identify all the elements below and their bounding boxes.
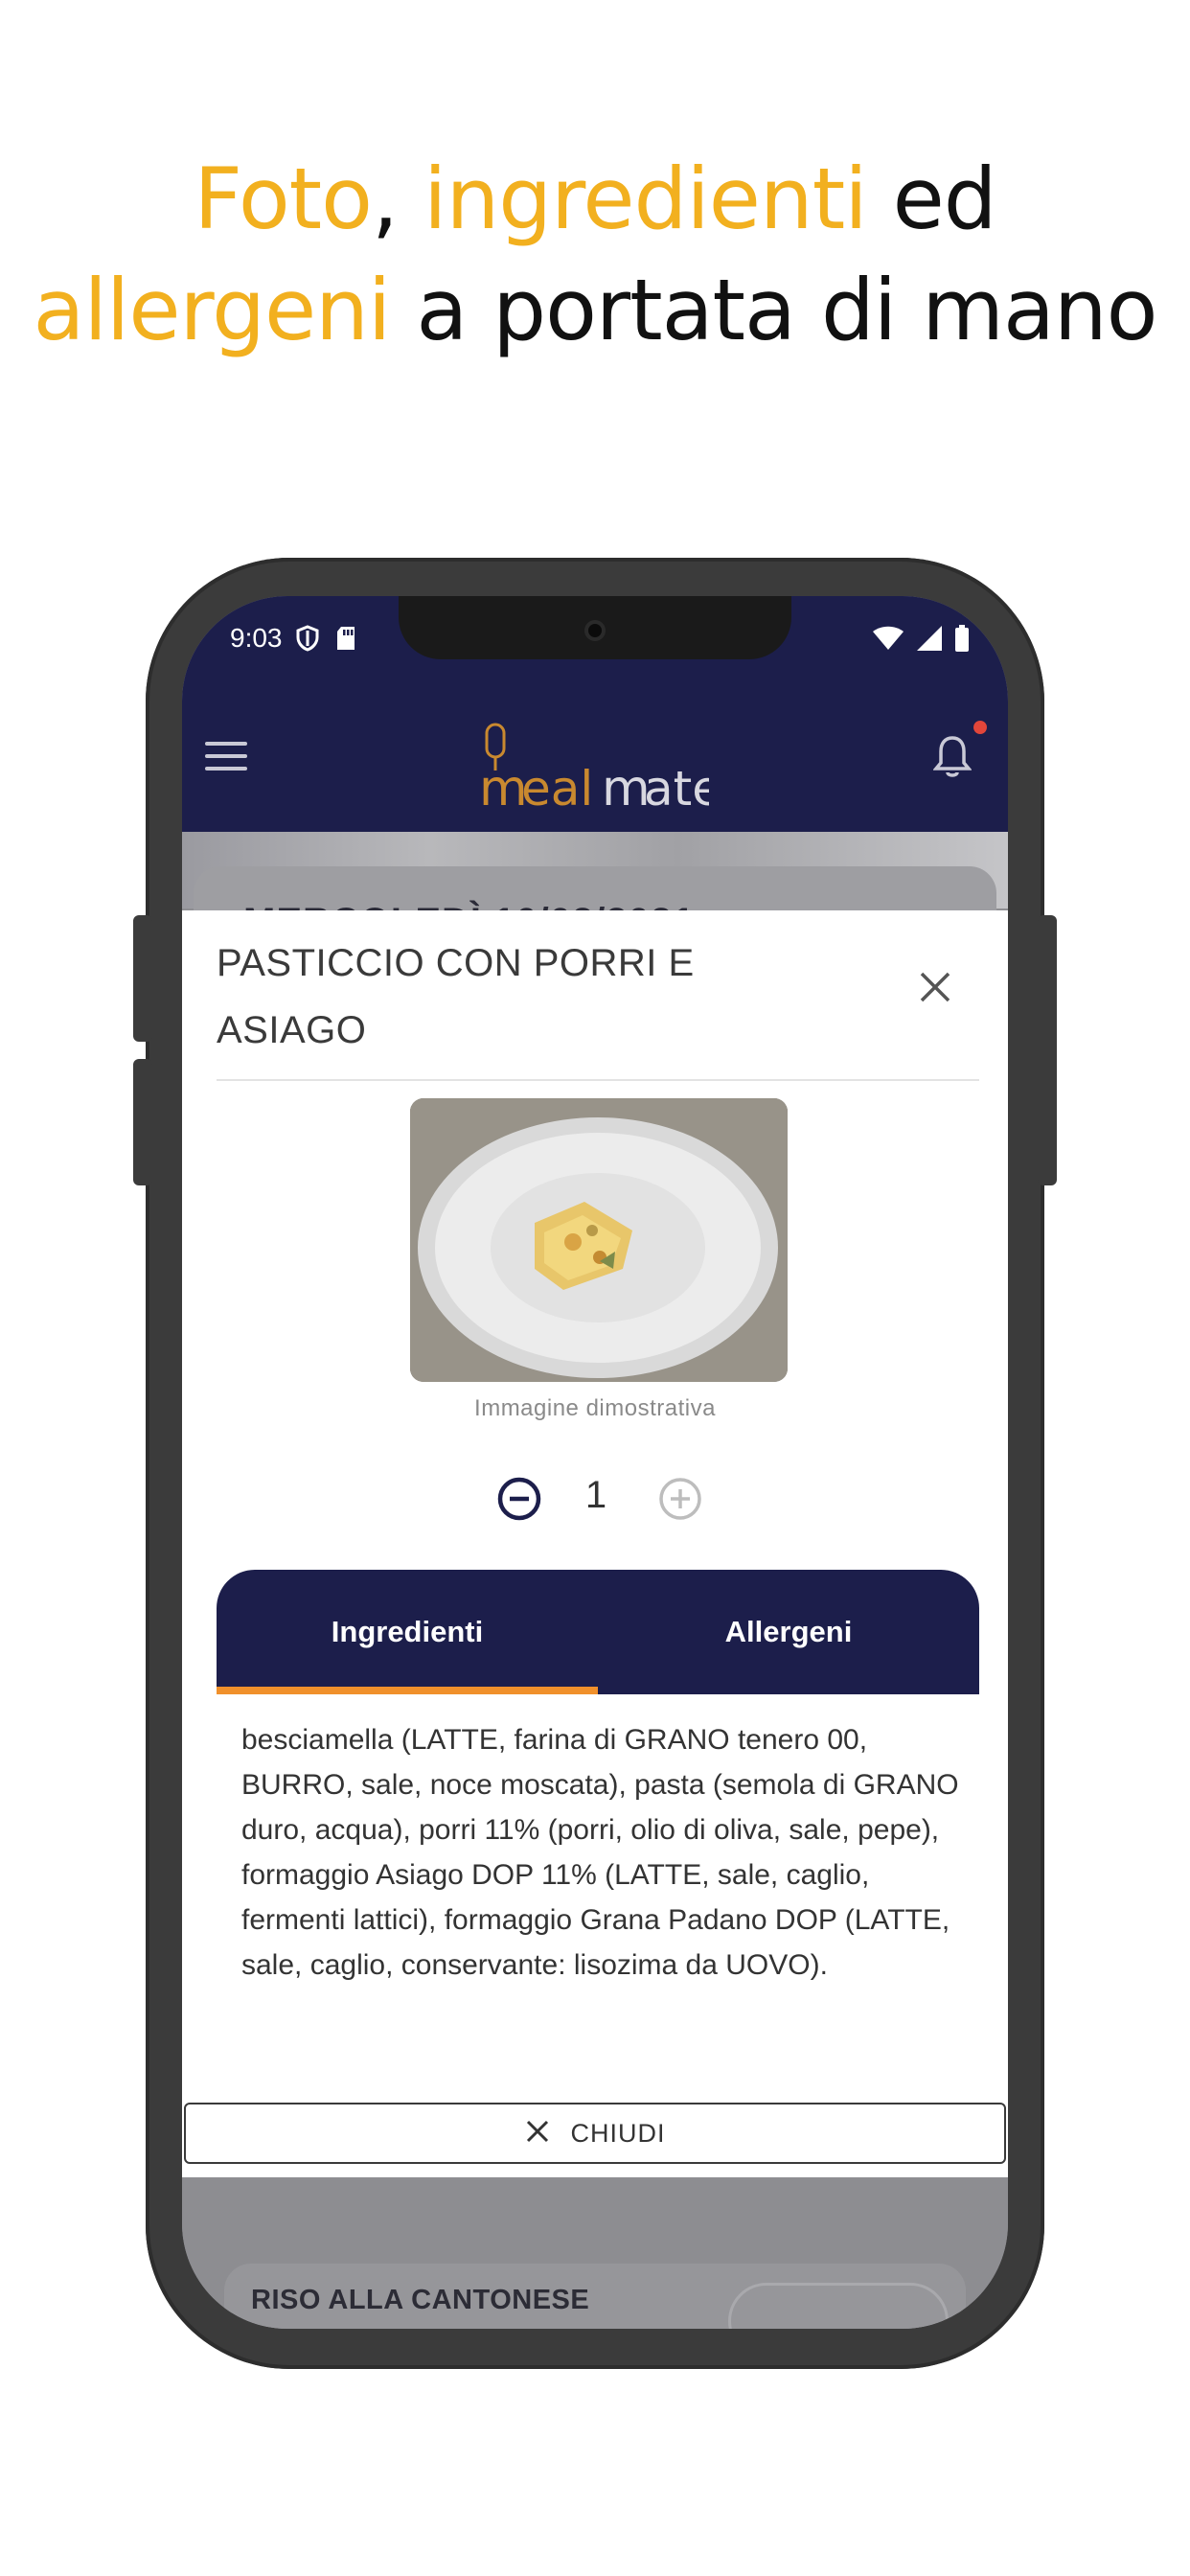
svg-text:ate: ate — [644, 761, 709, 809]
tab-allergeni[interactable]: Allergeni — [598, 1570, 979, 1694]
shield-icon — [295, 625, 320, 656]
bell-icon[interactable] — [932, 734, 973, 780]
photo-caption: Immagine dimostrativa — [474, 1395, 716, 1421]
headline-word-foto: Foto — [194, 150, 373, 248]
active-tab-indicator — [217, 1687, 598, 1694]
mealmate-logo: m eal m ate — [479, 723, 721, 817]
phone-screen: MERCOLEDÌ 10/03/2021 RISO ALLA CANTONESE… — [182, 596, 1008, 2329]
dialog-title-line-2: ASIAGO — [217, 1009, 367, 1051]
battery-icon — [954, 625, 970, 656]
quantity-value: 1 — [584, 1474, 607, 1516]
front-camera — [584, 620, 606, 641]
close-icon — [525, 2119, 550, 2149]
headline-line-2: allergeni a portata di mano — [0, 255, 1190, 366]
headline-comma: , — [372, 150, 399, 248]
wifi-icon — [872, 626, 904, 656]
info-tabs: Ingredienti Allergeni — [217, 1570, 979, 1694]
headline-word-allergeni: allergeni — [33, 261, 392, 359]
signal-icon — [916, 625, 943, 656]
phone-side-button-lower — [133, 1059, 152, 1185]
dialog-title: PASTICCIO CON PORRI E ASIAGO — [217, 930, 811, 1064]
close-button-label: CHIUDI — [570, 2118, 666, 2148]
dish-photo — [410, 1098, 788, 1382]
minus-circle-icon[interactable] — [496, 1476, 542, 1522]
phone-power-button — [1038, 915, 1057, 1185]
app-bar: m eal m ate — [182, 680, 1008, 832]
quantity-stepper: 1 — [182, 1470, 1008, 1528]
close-icon[interactable] — [918, 970, 952, 1004]
promo-headline: Foto, ingredienti ed allergeni a portata… — [0, 144, 1190, 366]
headline-line-1: Foto, ingredienti ed — [0, 144, 1190, 255]
hamburger-menu-icon[interactable] — [205, 742, 247, 772]
notification-dot — [973, 721, 987, 734]
background-menu-item-title: RISO ALLA CANTONESE — [251, 2285, 590, 2315]
headline-word-ed: ed — [892, 150, 997, 248]
dialog-title-line-1: PASTICCIO CON PORRI E — [217, 942, 695, 984]
ingredients-text: besciamella (LATTE, farina di GRANO tene… — [241, 1724, 959, 1981]
headline-rest: a portata di mano — [416, 261, 1157, 359]
plus-circle-icon[interactable] — [657, 1476, 703, 1522]
svg-text:eal: eal — [521, 761, 593, 809]
dish-detail-dialog: PASTICCIO CON PORRI E ASIAGO Immagine di… — [182, 910, 1008, 2177]
tab-ingredienti[interactable]: Ingredienti — [217, 1570, 598, 1694]
dialog-divider — [217, 1079, 979, 1081]
sd-card-icon — [335, 625, 356, 656]
status-time: 9:03 — [230, 623, 283, 653]
background-menu-item-button — [728, 2283, 949, 2329]
headline-word-ingredienti: ingredienti — [423, 150, 868, 248]
phone-side-button-upper — [133, 915, 152, 1042]
close-dialog-button[interactable]: CHIUDI — [184, 2103, 1006, 2164]
